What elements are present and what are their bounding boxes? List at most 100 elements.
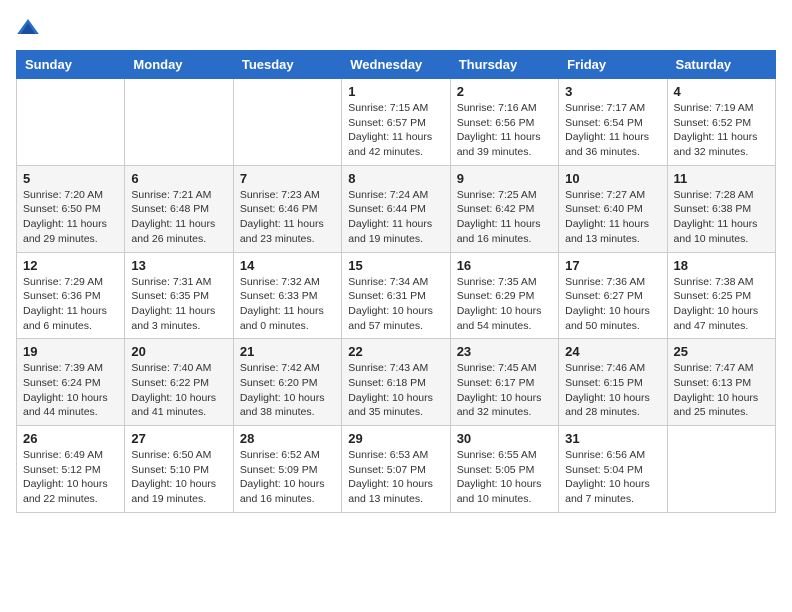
calendar-cell: 25Sunrise: 7:47 AM Sunset: 6:13 PM Dayli…	[667, 339, 775, 426]
weekday-header-wednesday: Wednesday	[342, 51, 450, 79]
day-number: 15	[348, 258, 443, 273]
day-info: Sunrise: 7:25 AM Sunset: 6:42 PM Dayligh…	[457, 188, 552, 247]
calendar-cell: 27Sunrise: 6:50 AM Sunset: 5:10 PM Dayli…	[125, 426, 233, 513]
day-number: 11	[674, 171, 769, 186]
day-info: Sunrise: 7:35 AM Sunset: 6:29 PM Dayligh…	[457, 275, 552, 334]
day-info: Sunrise: 7:15 AM Sunset: 6:57 PM Dayligh…	[348, 101, 443, 160]
calendar-cell: 22 Sunrise: 7:43 AM Sunset: 6:18 PM Dayli…	[342, 339, 450, 426]
weekday-header-monday: Monday	[125, 51, 233, 79]
day-number: 3	[565, 84, 660, 99]
day-number: 14	[240, 258, 335, 273]
day-number: 8	[348, 171, 443, 186]
day-number: 2	[457, 84, 552, 99]
day-info: Sunrise: 7:28 AM Sunset: 6:38 PM Dayligh…	[674, 188, 769, 247]
day-number: 13	[131, 258, 226, 273]
day-info: Sunrise: 7:36 AM Sunset: 6:27 PM Dayligh…	[565, 275, 660, 334]
calendar-cell: 23 Sunrise: 7:45 AM Sunset: 6:17 PM Dayli…	[450, 339, 558, 426]
day-info: Sunrise: 6:52 AM Sunset: 5:09 PM Dayligh…	[240, 448, 335, 507]
calendar-cell: 11 Sunrise: 7:28 AM Sunset: 6:38 PM Dayli…	[667, 165, 775, 252]
calendar-cell: 18 Sunrise: 7:38 AM Sunset: 6:25 PM Dayli…	[667, 252, 775, 339]
day-number: 5	[23, 171, 118, 186]
calendar-cell: 28 Sunrise: 6:52 AM Sunset: 5:09 PM Dayli…	[233, 426, 341, 513]
calendar-cell: 9Sunrise: 7:25 AM Sunset: 6:42 PM Daylig…	[450, 165, 558, 252]
day-number: 22	[348, 344, 443, 359]
day-info: Sunrise: 7:29 AM Sunset: 6:36 PM Dayligh…	[23, 275, 118, 334]
calendar-cell: 2 Sunrise: 7:16 AM Sunset: 6:56 PM Daylig…	[450, 79, 558, 166]
day-number: 24	[565, 344, 660, 359]
calendar-cell: 6 Sunrise: 7:21 AM Sunset: 6:48 PM Daylig…	[125, 165, 233, 252]
day-info: Sunrise: 7:32 AM Sunset: 6:33 PM Dayligh…	[240, 275, 335, 334]
day-info: Sunrise: 7:42 AM Sunset: 6:20 PM Dayligh…	[240, 361, 335, 420]
calendar-week-row: 19 Sunrise: 7:39 AM Sunset: 6:24 PM Dayli…	[17, 339, 776, 426]
calendar-cell: 26 Sunrise: 6:49 AM Sunset: 5:12 PM Dayli…	[17, 426, 125, 513]
calendar-cell: 16 Sunrise: 7:35 AM Sunset: 6:29 PM Dayli…	[450, 252, 558, 339]
day-info: Sunrise: 7:17 AM Sunset: 6:54 PM Dayligh…	[565, 101, 660, 160]
weekday-header-sunday: Sunday	[17, 51, 125, 79]
calendar-header-row: SundayMondayTuesdayWednesdayThursdayFrid…	[17, 51, 776, 79]
day-info: Sunrise: 6:55 AM Sunset: 5:05 PM Dayligh…	[457, 448, 552, 507]
day-info: Sunrise: 7:46 AM Sunset: 6:15 PM Dayligh…	[565, 361, 660, 420]
logo-icon	[16, 16, 40, 40]
calendar-cell: 17 Sunrise: 7:36 AM Sunset: 6:27 PM Dayli…	[559, 252, 667, 339]
day-number: 17	[565, 258, 660, 273]
calendar-cell: 1 Sunrise: 7:15 AM Sunset: 6:57 PM Daylig…	[342, 79, 450, 166]
calendar-cell: 20Sunrise: 7:40 AM Sunset: 6:22 PM Dayli…	[125, 339, 233, 426]
day-info: Sunrise: 7:31 AM Sunset: 6:35 PM Dayligh…	[131, 275, 226, 334]
day-number: 31	[565, 431, 660, 446]
day-number: 1	[348, 84, 443, 99]
weekday-header-saturday: Saturday	[667, 51, 775, 79]
calendar-cell: 7Sunrise: 7:23 AM Sunset: 6:46 PM Daylig…	[233, 165, 341, 252]
weekday-header-thursday: Thursday	[450, 51, 558, 79]
calendar-week-row: 5 Sunrise: 7:20 AM Sunset: 6:50 PM Daylig…	[17, 165, 776, 252]
day-number: 30	[457, 431, 552, 446]
day-number: 18	[674, 258, 769, 273]
calendar-cell: 29Sunrise: 6:53 AM Sunset: 5:07 PM Dayli…	[342, 426, 450, 513]
calendar-cell: 3 Sunrise: 7:17 AM Sunset: 6:54 PM Daylig…	[559, 79, 667, 166]
calendar-cell: 14 Sunrise: 7:32 AM Sunset: 6:33 PM Dayli…	[233, 252, 341, 339]
calendar-cell: 5 Sunrise: 7:20 AM Sunset: 6:50 PM Daylig…	[17, 165, 125, 252]
day-number: 16	[457, 258, 552, 273]
day-number: 26	[23, 431, 118, 446]
day-info: Sunrise: 7:19 AM Sunset: 6:52 PM Dayligh…	[674, 101, 769, 160]
calendar-table: SundayMondayTuesdayWednesdayThursdayFrid…	[16, 50, 776, 513]
day-number: 28	[240, 431, 335, 446]
calendar-cell	[667, 426, 775, 513]
calendar-cell: 15 Sunrise: 7:34 AM Sunset: 6:31 PM Dayli…	[342, 252, 450, 339]
page-header	[16, 16, 776, 40]
day-number: 19	[23, 344, 118, 359]
day-info: Sunrise: 6:50 AM Sunset: 5:10 PM Dayligh…	[131, 448, 226, 507]
calendar-cell	[17, 79, 125, 166]
calendar-cell: 30 Sunrise: 6:55 AM Sunset: 5:05 PM Dayli…	[450, 426, 558, 513]
day-info: Sunrise: 7:38 AM Sunset: 6:25 PM Dayligh…	[674, 275, 769, 334]
calendar-week-row: 12Sunrise: 7:29 AM Sunset: 6:36 PM Dayli…	[17, 252, 776, 339]
day-info: Sunrise: 7:47 AM Sunset: 6:13 PM Dayligh…	[674, 361, 769, 420]
day-info: Sunrise: 6:49 AM Sunset: 5:12 PM Dayligh…	[23, 448, 118, 507]
day-info: Sunrise: 7:27 AM Sunset: 6:40 PM Dayligh…	[565, 188, 660, 247]
day-info: Sunrise: 7:43 AM Sunset: 6:18 PM Dayligh…	[348, 361, 443, 420]
day-info: Sunrise: 7:24 AM Sunset: 6:44 PM Dayligh…	[348, 188, 443, 247]
day-info: Sunrise: 7:21 AM Sunset: 6:48 PM Dayligh…	[131, 188, 226, 247]
calendar-cell: 12Sunrise: 7:29 AM Sunset: 6:36 PM Dayli…	[17, 252, 125, 339]
calendar-cell: 4 Sunrise: 7:19 AM Sunset: 6:52 PM Daylig…	[667, 79, 775, 166]
day-number: 10	[565, 171, 660, 186]
day-number: 29	[348, 431, 443, 446]
day-info: Sunrise: 7:16 AM Sunset: 6:56 PM Dayligh…	[457, 101, 552, 160]
day-info: Sunrise: 7:34 AM Sunset: 6:31 PM Dayligh…	[348, 275, 443, 334]
day-number: 4	[674, 84, 769, 99]
weekday-header-tuesday: Tuesday	[233, 51, 341, 79]
weekday-header-friday: Friday	[559, 51, 667, 79]
day-info: Sunrise: 7:20 AM Sunset: 6:50 PM Dayligh…	[23, 188, 118, 247]
day-info: Sunrise: 7:45 AM Sunset: 6:17 PM Dayligh…	[457, 361, 552, 420]
calendar-cell	[125, 79, 233, 166]
day-number: 6	[131, 171, 226, 186]
day-number: 20	[131, 344, 226, 359]
day-info: Sunrise: 7:39 AM Sunset: 6:24 PM Dayligh…	[23, 361, 118, 420]
calendar-cell: 19 Sunrise: 7:39 AM Sunset: 6:24 PM Dayli…	[17, 339, 125, 426]
logo	[16, 16, 44, 40]
day-number: 23	[457, 344, 552, 359]
calendar-cell: 8 Sunrise: 7:24 AM Sunset: 6:44 PM Daylig…	[342, 165, 450, 252]
calendar-cell: 10 Sunrise: 7:27 AM Sunset: 6:40 PM Dayli…	[559, 165, 667, 252]
calendar-week-row: 1 Sunrise: 7:15 AM Sunset: 6:57 PM Daylig…	[17, 79, 776, 166]
calendar-cell: 24 Sunrise: 7:46 AM Sunset: 6:15 PM Dayli…	[559, 339, 667, 426]
day-info: Sunrise: 6:56 AM Sunset: 5:04 PM Dayligh…	[565, 448, 660, 507]
